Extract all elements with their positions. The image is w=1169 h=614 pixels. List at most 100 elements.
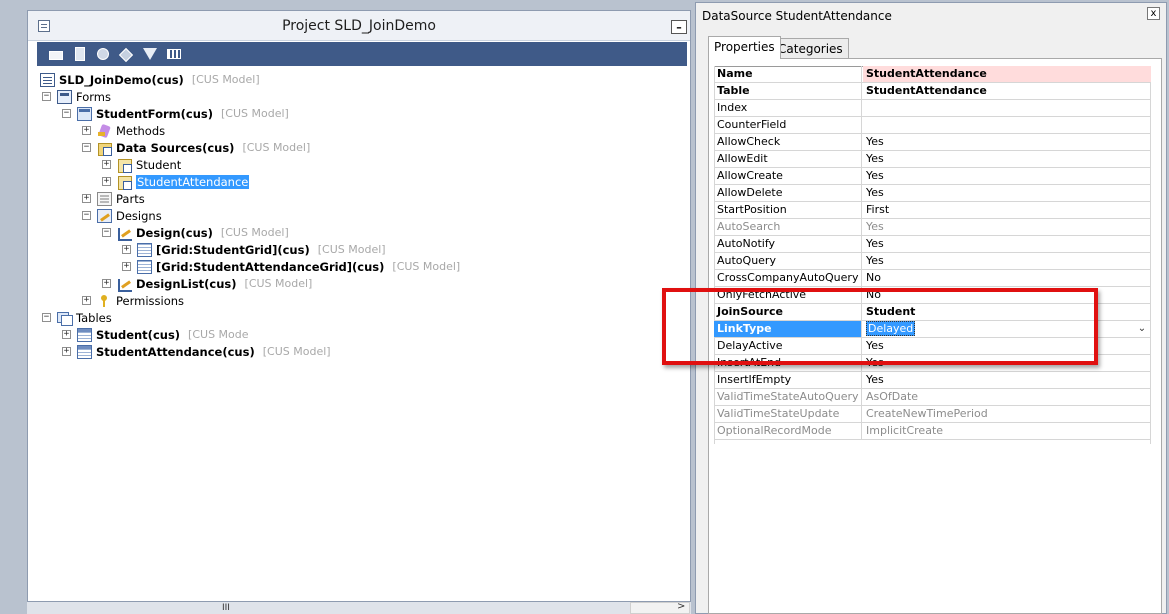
tree-node-ds-studentattendance[interactable]: + StudentAttendance bbox=[102, 173, 250, 190]
tree-node-designs[interactable]: − Designs bbox=[82, 207, 162, 224]
expand-icon[interactable]: + bbox=[122, 245, 131, 254]
compile-icon[interactable] bbox=[95, 46, 111, 62]
property-row-allowdelete[interactable]: AllowDelete Yes bbox=[714, 185, 1151, 202]
property-value[interactable]: Yes bbox=[863, 253, 1151, 269]
tree-node-design[interactable]: − Design(cus) [CUS Model] bbox=[102, 224, 289, 241]
property-name: ValidTimeStateAutoQuery bbox=[714, 389, 862, 405]
close-button[interactable]: x bbox=[1147, 7, 1160, 20]
tables-icon bbox=[57, 311, 73, 326]
collapse-icon[interactable]: − bbox=[62, 109, 71, 118]
property-value[interactable]: Yes bbox=[863, 372, 1151, 388]
tree-node-label: Design(cus) bbox=[136, 225, 213, 240]
property-value[interactable]: First bbox=[863, 202, 1151, 218]
tree-node-datasources[interactable]: − Data Sources(cus) [CUS Model] bbox=[82, 139, 310, 156]
property-row-insertatend[interactable]: InsertAtEnd Yes bbox=[714, 355, 1151, 372]
tree-node-table-student[interactable]: + Student(cus) [CUS Mode bbox=[62, 326, 249, 343]
expand-icon[interactable]: + bbox=[82, 296, 91, 305]
tree-node-label: Tables bbox=[76, 310, 112, 325]
expand-icon[interactable]: + bbox=[122, 262, 131, 271]
property-row-optionalrecordmode[interactable]: OptionalRecordMode ImplicitCreate bbox=[714, 423, 1151, 440]
property-value[interactable]: Yes bbox=[863, 338, 1151, 354]
tab-categories[interactable]: Categories bbox=[772, 38, 849, 58]
property-row-validtimestateautoquery[interactable]: ValidTimeStateAutoQuery AsOfDate bbox=[714, 389, 1151, 406]
filter-icon[interactable] bbox=[142, 46, 158, 62]
property-row-autonotify[interactable]: AutoNotify Yes bbox=[714, 236, 1151, 253]
scroll-right-icon[interactable]: > bbox=[677, 601, 685, 612]
property-row-allowedit[interactable]: AllowEdit Yes bbox=[714, 151, 1151, 168]
property-value[interactable] bbox=[863, 117, 1151, 133]
tree-node-forms[interactable]: − Forms bbox=[42, 88, 111, 105]
tree-node-ds-student[interactable]: + Student bbox=[102, 156, 181, 173]
expand-icon[interactable]: + bbox=[62, 330, 71, 339]
property-row-joinsource[interactable]: JoinSource Student bbox=[714, 304, 1151, 321]
property-row-index[interactable]: Index bbox=[714, 100, 1151, 117]
property-value[interactable]: StudentAttendance bbox=[863, 83, 1151, 99]
property-row-startposition[interactable]: StartPosition First bbox=[714, 202, 1151, 219]
property-value[interactable]: Student bbox=[863, 304, 1151, 320]
tree-node-grid-student[interactable]: + [Grid:StudentGrid](cus) [CUS Model] bbox=[122, 241, 386, 258]
properties-titlebar: DataSource StudentAttendance x bbox=[696, 3, 1166, 27]
tree-node-tables[interactable]: − Tables bbox=[42, 309, 112, 326]
expand-icon[interactable]: + bbox=[82, 126, 91, 135]
open-icon[interactable] bbox=[48, 46, 64, 62]
property-value[interactable]: Yes bbox=[863, 168, 1151, 184]
property-row-crosscompanyautoquery[interactable]: CrossCompanyAutoQuery No bbox=[714, 270, 1151, 287]
property-row-linktype[interactable]: LinkType Delayed ⌄ bbox=[714, 321, 1151, 338]
property-value-dropdown[interactable]: Delayed bbox=[863, 321, 1151, 337]
tree-node-label: StudentAttendance(cus) bbox=[96, 344, 255, 359]
tree-node-methods[interactable]: + Methods bbox=[82, 122, 165, 139]
property-row-name[interactable]: Name StudentAttendance bbox=[714, 66, 1151, 83]
property-value[interactable]: Yes bbox=[863, 151, 1151, 167]
tree-node-studentform[interactable]: − StudentForm(cus) [CUS Model] bbox=[62, 105, 289, 122]
tree-node-designlist[interactable]: + DesignList(cus) [CUS Model] bbox=[102, 275, 312, 292]
property-value[interactable]: StudentAttendance bbox=[863, 66, 1151, 82]
collapse-icon[interactable]: − bbox=[42, 92, 51, 101]
horizontal-scrollbar[interactable]: III > bbox=[27, 601, 691, 614]
tree-node-project[interactable]: SLD_JoinDemo(cus) [CUS Model] bbox=[40, 71, 260, 88]
property-value[interactable]: CreateNewTimePeriod bbox=[863, 406, 1151, 422]
property-value[interactable]: ImplicitCreate bbox=[863, 423, 1151, 439]
property-value[interactable]: Yes bbox=[863, 185, 1151, 201]
tab-properties[interactable]: Properties bbox=[708, 36, 781, 59]
layout-icon[interactable] bbox=[166, 46, 182, 62]
design-icon bbox=[117, 226, 132, 241]
property-value[interactable]: No bbox=[863, 270, 1151, 286]
collapse-icon[interactable]: − bbox=[82, 211, 91, 220]
property-row-autoquery[interactable]: AutoQuery Yes bbox=[714, 253, 1151, 270]
collapse-icon[interactable]: − bbox=[102, 228, 111, 237]
expand-icon[interactable]: + bbox=[102, 160, 111, 169]
property-row-allowcheck[interactable]: AllowCheck Yes bbox=[714, 134, 1151, 151]
property-row-table[interactable]: Table StudentAttendance bbox=[714, 83, 1151, 100]
property-value[interactable]: Yes bbox=[863, 355, 1151, 371]
property-row-autosearch[interactable]: AutoSearch Yes bbox=[714, 219, 1151, 236]
expand-icon[interactable]: + bbox=[102, 177, 111, 186]
property-name: InsertAtEnd bbox=[714, 355, 862, 371]
properties-icon[interactable] bbox=[72, 46, 88, 62]
tree-node-parts[interactable]: + Parts bbox=[82, 190, 145, 207]
import-icon[interactable] bbox=[118, 46, 134, 63]
property-row-insertifempty[interactable]: InsertIfEmpty Yes bbox=[714, 372, 1151, 389]
minimize-button[interactable]: – bbox=[671, 20, 687, 34]
property-row-delayactive[interactable]: DelayActive Yes bbox=[714, 338, 1151, 355]
property-row-counterfield[interactable]: CounterField bbox=[714, 117, 1151, 134]
property-value[interactable]: Yes bbox=[863, 134, 1151, 150]
chevron-down-icon[interactable]: ⌄ bbox=[1135, 321, 1149, 337]
tree-node-permissions[interactable]: + Permissions bbox=[82, 292, 184, 309]
property-row-allowcreate[interactable]: AllowCreate Yes bbox=[714, 168, 1151, 185]
property-value[interactable]: AsOfDate bbox=[863, 389, 1151, 405]
property-value[interactable]: No bbox=[863, 287, 1151, 303]
tree-node-table-attendance[interactable]: + StudentAttendance(cus) [CUS Model] bbox=[62, 343, 331, 360]
property-row-validtimestateupdate[interactable]: ValidTimeStateUpdate CreateNewTimePeriod bbox=[714, 406, 1151, 423]
property-value[interactable]: Yes bbox=[863, 236, 1151, 252]
expand-icon[interactable]: + bbox=[82, 194, 91, 203]
collapse-icon[interactable]: − bbox=[82, 143, 91, 152]
tree-node-grid-attendance[interactable]: + [Grid:StudentAttendanceGrid](cus) [CUS… bbox=[122, 258, 460, 275]
collapse-icon[interactable]: − bbox=[42, 313, 51, 322]
expand-icon[interactable]: + bbox=[102, 279, 111, 288]
scroll-grip-icon[interactable]: III bbox=[222, 604, 230, 613]
property-row-onlyfetchactive[interactable]: OnlyFetchActive No bbox=[714, 287, 1151, 304]
property-value[interactable]: Yes bbox=[863, 219, 1151, 235]
dropdown-selected-value[interactable]: Delayed bbox=[866, 321, 916, 336]
expand-icon[interactable]: + bbox=[62, 347, 71, 356]
property-value[interactable] bbox=[863, 100, 1151, 116]
